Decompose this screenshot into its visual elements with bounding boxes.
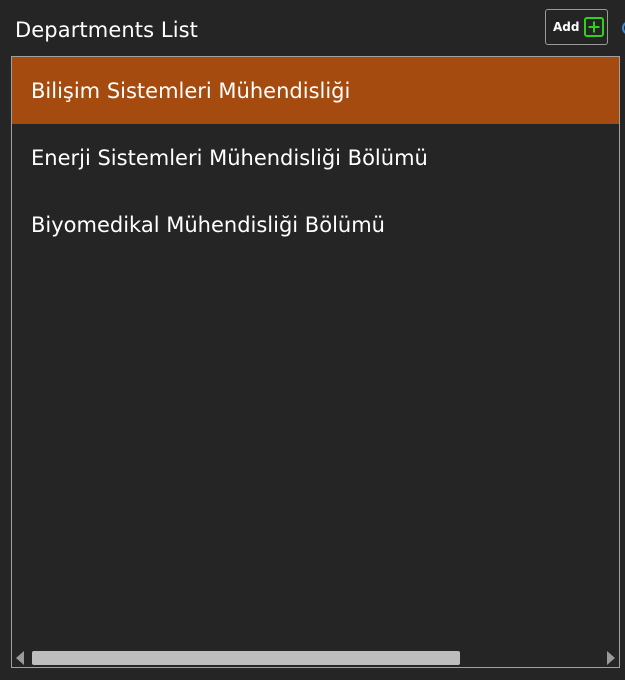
scrollbar-thumb[interactable] — [32, 651, 460, 665]
list-item-enerji-sistemleri[interactable]: Enerji Sistemleri Mühendisliği Bölümü — [12, 124, 619, 191]
scroll-right-arrow-icon[interactable] — [607, 651, 615, 665]
scroll-left-arrow-icon[interactable] — [16, 651, 24, 665]
add-button-label: Add — [553, 20, 580, 34]
truncated-icon — [620, 18, 625, 38]
list-item-bilisim-sistemleri[interactable]: Bilişim Sistemleri Mühendisliği — [12, 57, 619, 124]
departments-listbox[interactable]: Bilişim Sistemleri Mühendisliği Enerji S… — [11, 56, 620, 668]
departments-window: Departments List Add Bilişim Sistemleri … — [0, 0, 625, 680]
page-title: Departments List — [15, 18, 199, 42]
list-item-biyomedikal[interactable]: Biyomedikal Mühendisliği Bölümü — [12, 191, 619, 258]
add-department-button[interactable]: Add — [545, 9, 608, 45]
plus-square-icon — [584, 17, 605, 37]
horizontal-scrollbar[interactable] — [12, 647, 619, 667]
departments-list: Bilişim Sistemleri Mühendisliği Enerji S… — [12, 57, 619, 258]
